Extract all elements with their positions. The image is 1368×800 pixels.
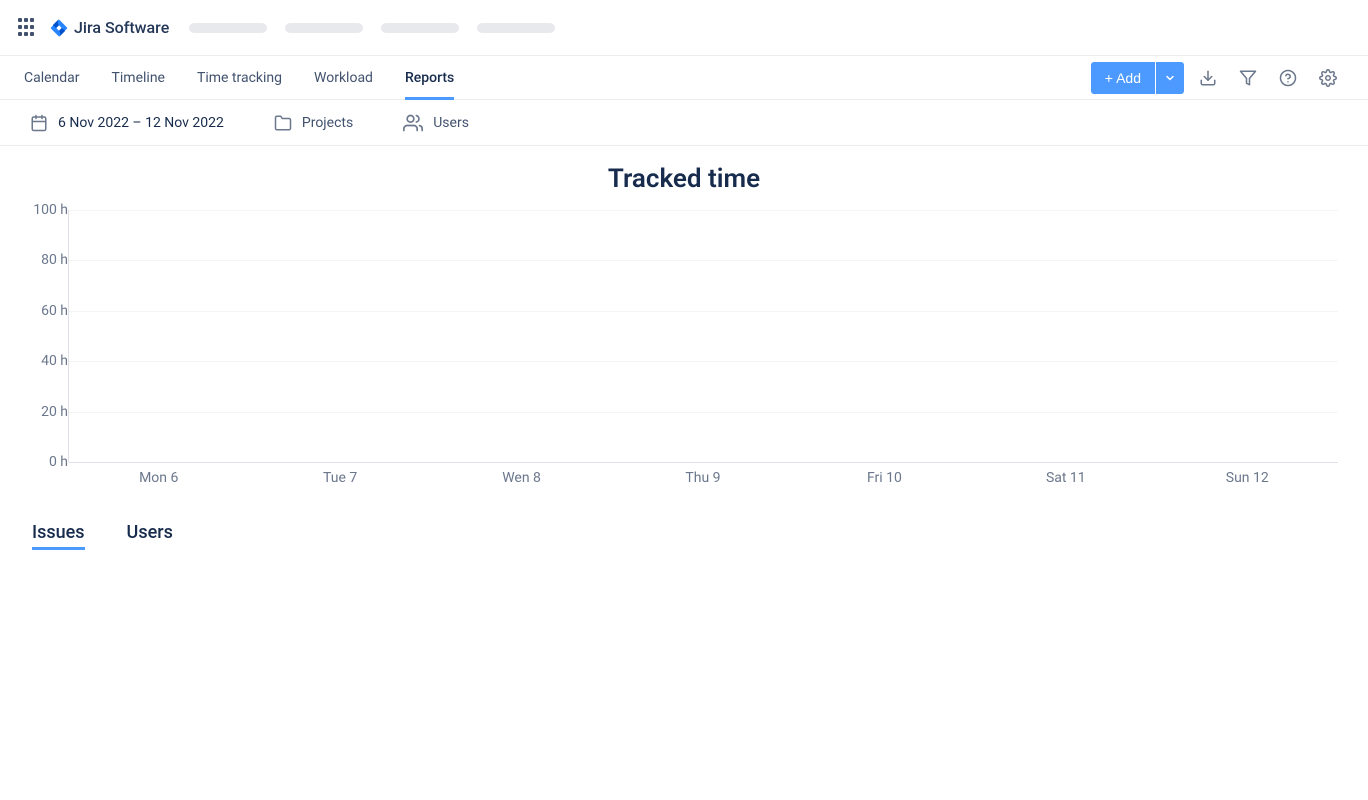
app-name: Jira Software <box>74 18 169 37</box>
tab-time-tracking[interactable]: Time tracking <box>197 56 282 99</box>
help-icon <box>1279 69 1297 87</box>
add-button[interactable]: + Add <box>1091 62 1155 94</box>
section-nav: Calendar Timeline Time tracking Workload… <box>0 56 1368 100</box>
projects-filter-label: Projects <box>302 115 353 131</box>
tab-workload[interactable]: Workload <box>314 56 373 99</box>
x-tick: Thu 9 <box>612 470 793 486</box>
nav-placeholder <box>381 23 459 33</box>
jira-icon <box>50 19 68 37</box>
y-tick: 0 h <box>18 454 68 470</box>
users-filter-label: Users <box>433 115 469 131</box>
x-tick: Tue 7 <box>249 470 430 486</box>
gear-icon <box>1319 69 1337 87</box>
jira-logo[interactable]: Jira Software <box>50 18 169 37</box>
x-tick: Mon 6 <box>68 470 249 486</box>
chart-plot-area: 100 h 80 h 60 h 40 h 20 h 0 h <box>30 200 1338 462</box>
users-filter[interactable]: Users <box>403 113 469 133</box>
y-tick: 20 h <box>18 404 68 420</box>
y-tick: 80 h <box>18 252 68 268</box>
detail-tabs: Issues Users <box>0 486 1368 549</box>
tab-reports[interactable]: Reports <box>405 56 454 99</box>
x-tick: Sat 11 <box>975 470 1156 486</box>
filter-button[interactable] <box>1232 62 1264 94</box>
date-range-text: 6 Nov 2022 – 12 Nov 2022 <box>58 115 224 131</box>
settings-button[interactable] <box>1312 62 1344 94</box>
y-tick: 60 h <box>18 303 68 319</box>
x-tick: Sun 12 <box>1157 470 1338 486</box>
date-range-picker[interactable]: 6 Nov 2022 – 12 Nov 2022 <box>30 114 224 132</box>
chart-x-axis: Mon 6 Tue 7 Wen 8 Thu 9 Fri 10 Sat 11 Su… <box>68 470 1338 486</box>
nav-placeholder-group <box>189 23 555 33</box>
section-tabs: Calendar Timeline Time tracking Workload… <box>24 56 454 99</box>
filter-bar: 6 Nov 2022 – 12 Nov 2022 Projects Users <box>0 100 1368 146</box>
tab-timeline[interactable]: Timeline <box>112 56 165 99</box>
x-tick: Wen 8 <box>431 470 612 486</box>
chart-plot <box>68 210 1338 462</box>
app-switcher-icon[interactable] <box>16 16 40 40</box>
download-icon <box>1199 69 1217 87</box>
detail-tab-users[interactable]: Users <box>127 522 173 549</box>
projects-filter[interactable]: Projects <box>274 114 353 132</box>
filter-icon <box>1239 69 1257 87</box>
chart-y-axis: 100 h 80 h 60 h 40 h 20 h 0 h <box>30 210 68 462</box>
y-tick: 100 h <box>18 202 68 218</box>
x-tick: Fri 10 <box>794 470 975 486</box>
folder-icon <box>274 114 292 132</box>
nav-placeholder <box>189 23 267 33</box>
nav-placeholder <box>477 23 555 33</box>
nav-placeholder <box>285 23 363 33</box>
calendar-icon <box>30 114 48 132</box>
global-header: Jira Software <box>0 0 1368 56</box>
y-tick: 40 h <box>18 353 68 369</box>
add-button-group: + Add <box>1091 62 1184 94</box>
tab-calendar[interactable]: Calendar <box>24 56 80 99</box>
chart-title: Tracked time <box>0 164 1368 194</box>
download-button[interactable] <box>1192 62 1224 94</box>
detail-tab-issues[interactable]: Issues <box>32 522 85 549</box>
users-icon <box>403 113 423 133</box>
help-button[interactable] <box>1272 62 1304 94</box>
chart-section: Tracked time 100 h 80 h 60 h 40 h 20 h 0… <box>0 146 1368 486</box>
chevron-down-icon <box>1164 72 1176 84</box>
add-dropdown-button[interactable] <box>1156 62 1184 94</box>
